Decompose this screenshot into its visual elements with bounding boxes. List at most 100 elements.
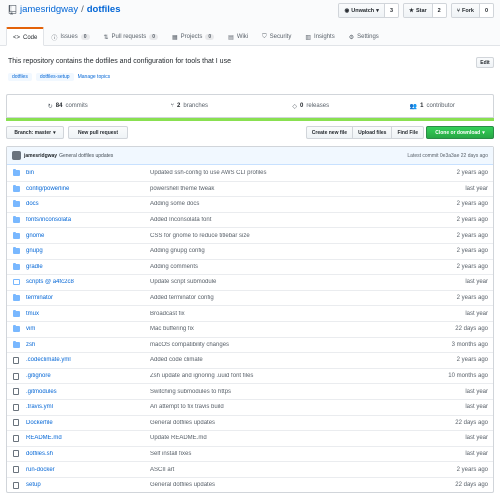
topic-tag[interactable]: dotfiles [8, 73, 32, 81]
file-name-link[interactable]: .travis.yml [26, 404, 150, 410]
file-commit-message[interactable]: Added terminator config [150, 295, 398, 301]
avatar[interactable] [12, 151, 21, 160]
releases-label: releases [306, 103, 330, 109]
submodule-icon [12, 279, 20, 286]
file-commit-message[interactable]: Broadcast fix [150, 311, 398, 317]
fork-button[interactable]: ⑂ Fork [451, 4, 480, 17]
file-commit-message[interactable]: Adding gnupg config [150, 248, 398, 254]
file-name-link[interactable]: README.md [26, 435, 150, 441]
table-row: dotfiles.sh Self install fixes last year [7, 445, 493, 462]
edit-description-button[interactable]: Edit [476, 57, 494, 68]
file-commit-message[interactable]: Added Inconsolata font [150, 217, 398, 223]
file-name-link[interactable]: tmux [26, 311, 150, 317]
table-row: gnupg Adding gnupg config 2 years ago [7, 242, 493, 259]
file-name-link[interactable]: run-docker [26, 467, 150, 473]
file-name-link[interactable]: terminator [26, 295, 150, 301]
repo-owner-link[interactable]: jamesridgway [20, 4, 78, 15]
tab-code[interactable]: <> Code [6, 27, 45, 46]
manage-topics-link[interactable]: Manage topics [78, 74, 111, 80]
file-age: 22 days ago [455, 419, 488, 426]
file-name-link[interactable]: zsh [26, 342, 150, 348]
file-commit-message[interactable]: CSS for gnome to reduce titlebar size [150, 233, 398, 239]
file-name-link[interactable]: .gitignore [26, 373, 150, 379]
branch-select-button[interactable]: Branch: master ▾ [6, 126, 64, 139]
find-file-button[interactable]: Find File [391, 126, 424, 139]
tab-issues[interactable]: ⓘ Issues 0 [44, 27, 96, 46]
file-name-link[interactable]: docs [26, 201, 150, 207]
file-commit-message[interactable]: General dotfiles updates [150, 420, 398, 426]
file-name-link[interactable]: gnupg [26, 248, 150, 254]
branch-label: Branch: master [14, 129, 52, 136]
stars-count[interactable]: 2 [432, 4, 446, 17]
commit-message[interactable]: General dotfiles updates [59, 153, 113, 159]
file-commit-message[interactable]: macOS compatibility changes [150, 342, 398, 348]
file-commit-message[interactable]: Updated ssh-config to use AWS CLI profil… [150, 170, 398, 176]
file-commit-message[interactable]: Added code climate [150, 357, 398, 363]
new-pull-request-button[interactable]: New pull request [68, 126, 128, 139]
file-commit-message[interactable]: ASCII art [150, 467, 398, 473]
tab-settings[interactable]: ⚙ Settings [342, 27, 386, 46]
folder-shape [12, 294, 20, 302]
file-commit-message[interactable]: Adding comments [150, 264, 398, 270]
file-name-link[interactable]: .codeclimate.yml [26, 357, 150, 363]
star-button[interactable]: ★ Star [404, 4, 433, 17]
tab-projects[interactable]: ▦ Projects 0 [165, 27, 221, 46]
tab-insights[interactable]: ▥ Insights [298, 27, 341, 46]
folder-shape [12, 309, 20, 317]
graph-icon: ▥ [305, 34, 312, 41]
file-commit-message[interactable]: Self install fixes [150, 451, 398, 457]
watchers-count[interactable]: 3 [384, 4, 398, 17]
file-name-link[interactable]: scripts @ a4fc2c8 [26, 279, 150, 285]
file-shape [13, 481, 19, 489]
commit-author[interactable]: jamesridgway [24, 153, 57, 159]
file-name-link[interactable]: fonts/inconsolata [26, 217, 150, 223]
topic-tag[interactable]: dotfiles-setup [35, 73, 74, 81]
file-name-link[interactable]: bin [26, 170, 150, 176]
contributors-count: 1 [420, 103, 424, 109]
unwatch-label: Unwatch [351, 7, 375, 14]
upload-files-button[interactable]: Upload files [352, 126, 393, 139]
branches-summary[interactable]: ⑂ 2 branches [129, 95, 251, 117]
tab-label: Security [269, 34, 292, 40]
latest-commit-info[interactable]: Latest commit 0e3a3ae 22 days ago [407, 153, 488, 159]
contributors-summary[interactable]: 👥 1 contributor [372, 95, 494, 117]
repo-name-link[interactable]: dotfiles [87, 4, 121, 15]
releases-summary[interactable]: ◇ 0 releases [250, 95, 372, 117]
file-name-link[interactable]: vim [26, 326, 150, 332]
clone-or-download-button[interactable]: Clone or download ▾ [426, 126, 494, 139]
tab-pull-requests[interactable]: ⇅ Pull requests 0 [97, 27, 166, 46]
table-row: .gitignore Zsh update and ignoring .uuid … [7, 367, 493, 384]
file-commit-message[interactable]: Update script submodule [150, 279, 398, 285]
commits-summary[interactable]: ↻ 84 commits [7, 95, 129, 117]
file-icon [12, 450, 20, 458]
tab-wiki[interactable]: ▤ Wiki [221, 27, 255, 46]
file-commit-message[interactable]: Adding some docs [150, 201, 398, 207]
file-name-link[interactable]: config/powerline [26, 186, 150, 192]
file-name-link[interactable]: Dockerfile [26, 420, 150, 426]
tab-security[interactable]: ⛉ Security [255, 27, 298, 46]
table-row: gnome CSS for gnome to reduce titlebar si… [7, 227, 493, 243]
folder-shape [12, 325, 20, 333]
file-name-link[interactable]: setup [26, 482, 150, 488]
file-commit-message[interactable]: powershell theme tweak [150, 186, 398, 192]
file-commit-message[interactable]: Mac buffering fix [150, 326, 398, 332]
table-row: tmux Broadcast fix last year [7, 305, 493, 321]
file-age: 2 years ago [456, 263, 488, 270]
unwatch-button[interactable]: ◉ Unwatch ▾ [339, 4, 385, 17]
file-name-link[interactable]: gnome [26, 233, 150, 239]
create-new-file-button[interactable]: Create new file [305, 126, 354, 139]
file-commit-message[interactable]: Update README.md [150, 435, 398, 441]
file-commit-message[interactable]: General dotfiles updates [150, 482, 398, 488]
file-commit-message[interactable]: Zsh update and ignoring .uuid font files [150, 373, 398, 379]
file-name-link[interactable]: .gitmodules [26, 389, 150, 395]
file-commit-message[interactable]: An attempt to fix travis build [150, 404, 398, 410]
folder-icon [12, 325, 20, 333]
tab-label: Settings [357, 34, 379, 40]
file-commit-message[interactable]: Switching submodules to https [150, 389, 398, 395]
folder-shape [12, 184, 20, 192]
file-name-link[interactable]: dotfiles.sh [26, 451, 150, 457]
forks-count[interactable]: 0 [479, 4, 493, 17]
people-icon: 👥 [409, 103, 418, 110]
file-table: jamesridgway General dotfiles updates La… [6, 146, 494, 494]
file-name-link[interactable]: gradle [26, 264, 150, 270]
